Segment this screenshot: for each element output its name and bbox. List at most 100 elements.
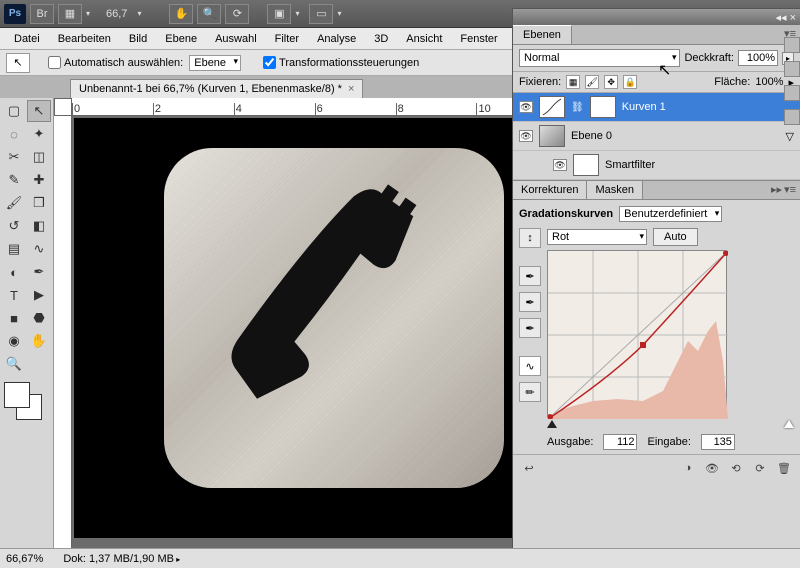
transform-controls-checkbox[interactable]: Transformationssteuerungen [263,56,419,69]
menu-datei[interactable]: Datei [6,31,48,47]
menu-3d[interactable]: 3D [366,31,396,47]
sample-white-eyedropper-icon[interactable]: ✒ [519,318,541,338]
marquee-tool[interactable]: ▢ [2,100,26,122]
fg-color-swatch[interactable] [4,382,30,408]
bridge-button[interactable]: Br [30,4,54,24]
auto-button[interactable]: Auto [653,228,698,246]
screenmode-dropdown[interactable]: ▾ [337,9,347,18]
collapsed-panel-icon[interactable] [784,85,800,101]
healing-tool[interactable]: ✚ [27,169,51,191]
adjustment-thumb-icon[interactable] [539,96,565,118]
tab-korrekturen[interactable]: Korrekturen [513,181,587,199]
rotate-view-shortcut[interactable]: ⟳ [225,4,249,24]
hand-tool-shortcut[interactable]: ✋ [169,4,193,24]
collapsed-panel-icon[interactable] [784,109,800,125]
current-tool-icon[interactable]: ↖ [6,53,30,73]
curves-input-sliders[interactable] [547,418,794,432]
visibility-toggle-icon[interactable]: 👁 [519,130,533,142]
view-previous-icon[interactable]: ⟲ [726,459,746,477]
wand-tool[interactable]: ✦ [27,123,51,145]
delete-adjustment-icon[interactable]: 🗑 [774,459,794,477]
panel-titlebar[interactable]: ◂◂ × [513,9,800,25]
lock-transparency-icon[interactable]: ▦ [566,75,580,89]
layer-name[interactable]: Smartfilter [605,159,794,171]
output-input[interactable]: 112 [603,434,637,450]
sample-gray-eyedropper-icon[interactable]: ✒ [519,292,541,312]
gradient-tool[interactable]: ▤ [2,238,26,260]
menu-ebene[interactable]: Ebene [157,31,205,47]
type-tool[interactable]: T [2,284,26,306]
shape-tool[interactable]: ■ [2,307,26,329]
filter-mask-thumb[interactable] [573,154,599,176]
document-canvas[interactable] [74,118,544,538]
status-doc-size[interactable]: Dok: 1,37 MB/1,90 MB [63,553,180,565]
auto-select-target-dropdown[interactable]: Ebene [189,55,241,71]
screenmode-button[interactable]: ▭ [309,4,333,24]
layer-row-ebene0[interactable]: 👁 Ebene 0 ▽ [513,122,800,151]
brush-tool[interactable]: 🖌 [2,192,26,214]
layer-row-kurven1[interactable]: 👁 ⛓ Kurven 1 [513,93,800,122]
tab-ebenen[interactable]: Ebenen [513,25,572,44]
crop-tool[interactable]: ✂ [2,146,26,168]
miniapps-button[interactable]: ▦ [58,4,82,24]
input-input[interactable]: 135 [701,434,735,450]
panel-menu-icon[interactable]: ▾≡ [784,183,796,197]
layer-thumb[interactable] [539,125,565,147]
close-tab-icon[interactable]: × [348,83,354,95]
dodge-tool[interactable]: ◐ [2,261,26,283]
layer-name[interactable]: Kurven 1 [622,101,794,113]
menu-fenster[interactable]: Fenster [452,31,505,47]
menu-bearbeiten[interactable]: Bearbeiten [50,31,119,47]
zoom-tool[interactable]: 🔍 [2,353,26,375]
reset-icon[interactable]: ⟳ [750,459,770,477]
blend-mode-dropdown[interactable]: Normal [519,49,680,67]
on-image-adjust-icon[interactable]: ↕ [519,228,541,248]
menu-analyse[interactable]: Analyse [309,31,364,47]
document-tab[interactable]: Unbenannt-1 bei 66,7% (Kurven 1, Ebenenm… [70,79,363,98]
visibility-toggle-icon[interactable]: 👁 [553,159,567,171]
curves-graph[interactable] [547,250,727,418]
lock-position-icon[interactable]: ✥ [604,75,618,89]
lock-all-icon[interactable]: 🔒 [623,75,637,89]
white-point-slider[interactable] [784,420,794,428]
fill-input[interactable]: 100% [755,76,783,88]
blur-tool[interactable]: ∿ [27,238,51,260]
panel-expand-icon[interactable]: ▸▸ [771,183,782,197]
lock-pixels-icon[interactable]: 🖌 [585,75,599,89]
ruler-origin[interactable] [54,98,72,116]
3d-tool[interactable]: ⬣ [27,307,51,329]
auto-select-checkbox[interactable]: Automatisch auswählen: [48,56,183,69]
menu-ansicht[interactable]: Ansicht [398,31,450,47]
tab-masken[interactable]: Masken [587,181,643,199]
ruler-vertical[interactable] [54,116,72,548]
menu-bild[interactable]: Bild [121,31,155,47]
layer-row-smartfilter[interactable]: 👁 Smartfilter [513,151,800,180]
return-to-list-icon[interactable]: ↩ [519,459,539,477]
zoom-readout[interactable]: 66,7 [100,8,133,20]
sample-black-eyedropper-icon[interactable]: ✒ [519,266,541,286]
stamp-tool[interactable]: ❒ [27,192,51,214]
opacity-input[interactable]: 100% [738,50,778,66]
hand-tool[interactable]: ✋ [27,330,51,352]
black-point-slider[interactable] [547,420,557,428]
eraser-tool[interactable]: ◧ [27,215,51,237]
color-swatches[interactable] [2,380,48,420]
status-zoom[interactable]: 66,67% [6,553,43,565]
path-select-tool[interactable]: ▶ [27,284,51,306]
miniapps-dropdown[interactable]: ▾ [86,9,96,18]
curve-mode-icon[interactable]: ∿ [519,356,541,376]
pen-tool[interactable]: ✒ [27,261,51,283]
pencil-mode-icon[interactable]: ✏ [519,382,541,402]
move-tool[interactable]: ↖ [27,100,51,122]
zoom-dropdown[interactable]: ▾ [137,9,147,18]
visibility-toggle-icon[interactable]: 👁 [519,101,533,113]
toggle-visibility-icon[interactable]: 👁 [702,459,722,477]
3d-camera-tool[interactable]: ◉ [2,330,26,352]
layer-name[interactable]: Ebene 0 [571,130,780,142]
collapsed-panel-icon[interactable] [784,37,800,53]
slice-tool[interactable]: ◫ [27,146,51,168]
zoom-tool-shortcut[interactable]: 🔍 [197,4,221,24]
channel-dropdown[interactable]: Rot [547,229,647,245]
curves-preset-dropdown[interactable]: Benutzerdefiniert [619,206,722,222]
menu-auswahl[interactable]: Auswahl [207,31,265,47]
